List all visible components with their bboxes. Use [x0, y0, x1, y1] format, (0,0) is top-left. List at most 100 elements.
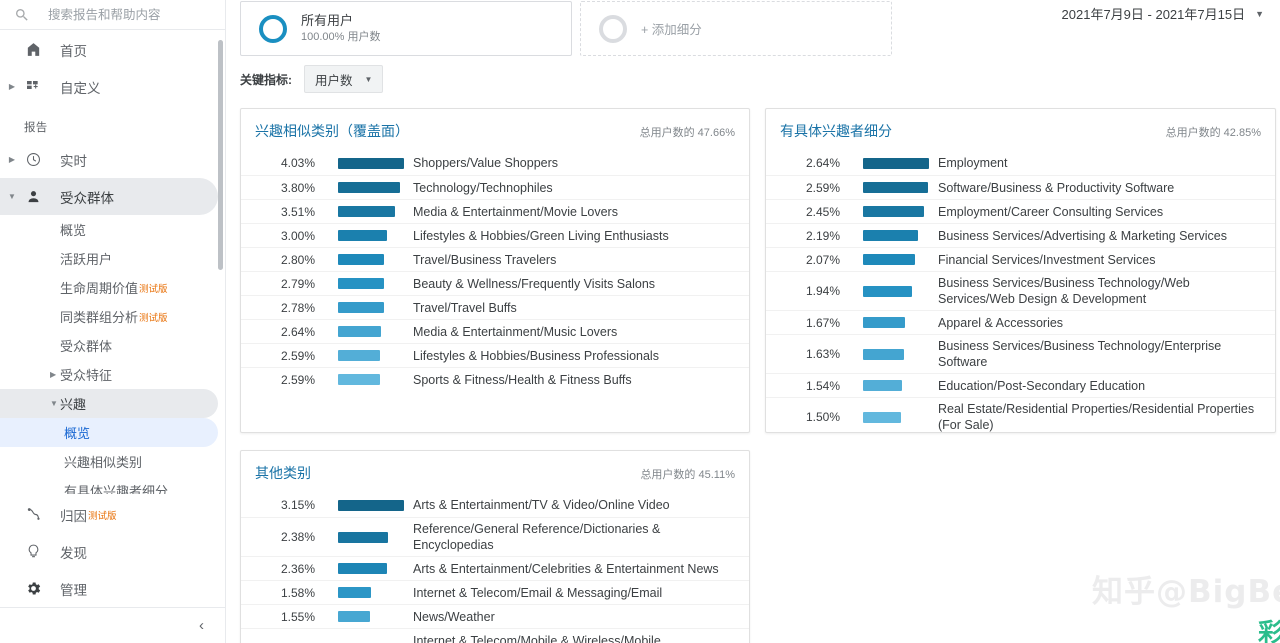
chevron-down-icon[interactable]: ▼: [1255, 9, 1264, 19]
search-input[interactable]: [46, 6, 206, 23]
table-row[interactable]: 2.64% Employment: [766, 151, 1275, 175]
table-row[interactable]: 1.58% Internet & Telecom/Email & Messagin…: [241, 580, 749, 604]
table-row[interactable]: 2.79% Beauty & Wellness/Frequently Visits…: [241, 271, 749, 295]
table-row[interactable]: 2.19% Business Services/Advertising & Mar…: [766, 223, 1275, 247]
row-bar: [863, 157, 929, 169]
date-range-picker[interactable]: 2021年7月9日 - 2021年7月15日 ▼: [1062, 4, 1264, 23]
row-label: Internet & Telecom/Mobile & Wireless/Mob…: [413, 633, 661, 643]
row-bar-container: [315, 350, 413, 361]
table-row[interactable]: 2.78% Travel/Travel Buffs: [241, 295, 749, 319]
sidebar-item-customization[interactable]: ▶ 自定义: [0, 68, 226, 105]
card-header: 兴趣相似类别（覆盖面） 总用户数的 47.66%: [241, 109, 749, 141]
row-label: Arts & Entertainment/TV & Video/Online V…: [413, 498, 670, 512]
table-row[interactable]: 2.59% Lifestyles & Hobbies/Business Profe…: [241, 343, 749, 367]
table-row[interactable]: 2.64% Media & Entertainment/Music Lovers: [241, 319, 749, 343]
row-percent: 4.03%: [280, 156, 315, 170]
sidebar-scrollbar[interactable]: [218, 40, 223, 270]
sidebar-item-admin[interactable]: 管理: [0, 570, 226, 607]
beta-badge: 测试版: [88, 510, 117, 522]
row-bar: [338, 326, 382, 337]
chevron-left-icon[interactable]: ‹: [199, 617, 204, 634]
chevron-down-icon[interactable]: ▼: [365, 75, 373, 84]
table-row[interactable]: 1.54% Education/Post-Secondary Education: [766, 373, 1275, 397]
row-bar-container: [315, 563, 413, 574]
chart-rows: 4.03% Shoppers/Value Shoppers 3.80% Technol…: [241, 151, 749, 391]
row-label: Sports & Fitness/Health & Fitness Buffs: [413, 372, 632, 387]
sidebar-item-audience-overview[interactable]: 概览: [0, 215, 226, 244]
table-row[interactable]: 1.50% Real Estate/Residential Properties/…: [766, 397, 1275, 436]
table-row[interactable]: 2.80% Travel/Business Travelers: [241, 247, 749, 271]
card-subtitle: 总用户数的 45.11%: [640, 469, 735, 481]
row-bar: [863, 254, 915, 265]
sidebar-item-interests[interactable]: ▼ 兴趣: [0, 389, 218, 418]
sidebar-item-in-market-segments[interactable]: 有具体兴趣者细分: [0, 476, 226, 494]
row-label: Technology/Technophiles: [413, 180, 553, 195]
table-row[interactable]: 2.07% Financial Services/Investment Servi…: [766, 247, 1275, 271]
sidebar-item-realtime[interactable]: ▶ 实时: [0, 141, 226, 178]
chevron-down-icon[interactable]: ▼: [50, 399, 58, 408]
table-row[interactable]: 4.03% Shoppers/Value Shoppers: [241, 151, 749, 175]
row-bar-container: [840, 157, 938, 169]
sidebar-subitem-label: 概览: [64, 426, 91, 441]
key-metric-select[interactable]: 用户数 ▼: [304, 65, 384, 93]
row-label: Software/Business & Productivity Softwar…: [938, 180, 1175, 195]
add-segment-button[interactable]: + 添加细分: [580, 1, 892, 56]
segment-ring-placeholder-icon: [599, 14, 627, 43]
person-icon: [22, 186, 44, 208]
table-row[interactable]: 3.00% Lifestyles & Hobbies/Green Living E…: [241, 223, 749, 247]
row-percent: 1.67%: [805, 315, 840, 330]
row-bar-container: [315, 635, 413, 643]
sidebar-item-audiences[interactable]: 受众群体: [0, 331, 226, 360]
sidebar-item-label: 发现: [60, 545, 87, 561]
table-row[interactable]: 2.36% Arts & Entertainment/Celebrities & …: [241, 556, 749, 580]
chevron-right-icon[interactable]: ▶: [50, 370, 56, 379]
sidebar-item-audience[interactable]: ▼ 受众群体: [0, 178, 218, 215]
row-bar-container: [315, 230, 413, 241]
row-label: Media & Entertainment/Music Lovers: [413, 324, 618, 339]
row-percent: 2.36%: [280, 561, 315, 576]
table-row[interactable]: Internet & Telecom/Mobile & Wireless/Mob…: [241, 628, 749, 643]
sidebar-item-attribution[interactable]: 归因 测试版: [0, 496, 226, 533]
row-label: Internet & Telecom/Email & Messaging/Ema…: [413, 585, 663, 600]
row-bar: [338, 531, 388, 543]
sidebar-item-label: 首页: [60, 43, 87, 59]
row-bar-container: [840, 182, 938, 193]
row-bar: [338, 374, 381, 385]
sidebar-item-label: 管理: [60, 582, 87, 598]
sidebar-item-cohort-analysis[interactable]: 同类群组分析 测试版: [0, 302, 226, 331]
table-row[interactable]: 2.38% Reference/General Reference/Diction…: [241, 517, 749, 556]
chart-rows: 2.64% Employment 2.59% Software/Business & …: [766, 151, 1275, 436]
table-row[interactable]: 2.45% Employment/Career Consulting Servic…: [766, 199, 1275, 223]
sidebar-item-label: 归因: [60, 508, 87, 524]
row-percent: 2.59%: [805, 180, 840, 195]
table-row[interactable]: 1.67% Apparel & Accessories: [766, 310, 1275, 334]
row-label: Business Services/Business Technology/En…: [938, 339, 1222, 369]
segment-all-users[interactable]: 所有用户 100.00% 用户数: [240, 1, 572, 56]
row-bar-container: [315, 254, 413, 265]
chevron-right-icon[interactable]: ▶: [2, 155, 22, 164]
table-row[interactable]: 3.15% Arts & Entertainment/TV & Video/Onl…: [241, 493, 749, 517]
chevron-down-icon[interactable]: ▼: [2, 192, 22, 201]
row-percent: 2.59%: [280, 372, 315, 387]
sidebar-item-affinity-categories[interactable]: 兴趣相似类别: [0, 447, 226, 476]
sidebar-item-lifetime-value[interactable]: 生命周期价值 测试版: [0, 273, 226, 302]
table-row[interactable]: 3.51% Media & Entertainment/Movie Lovers: [241, 199, 749, 223]
sidebar-item-interests-overview[interactable]: 概览: [0, 418, 218, 447]
table-row[interactable]: 2.59% Sports & Fitness/Health & Fitness B…: [241, 367, 749, 391]
table-row[interactable]: 1.63% Business Services/Business Technolo…: [766, 334, 1275, 373]
row-percent: 3.15%: [280, 498, 315, 512]
table-row[interactable]: 3.80% Technology/Technophiles: [241, 175, 749, 199]
table-row[interactable]: 1.94% Business Services/Business Technolo…: [766, 271, 1275, 310]
chevron-right-icon[interactable]: ▶: [2, 82, 22, 91]
sidebar-item-home[interactable]: 首页: [0, 31, 226, 68]
row-percent: 2.64%: [280, 324, 315, 339]
table-row[interactable]: 2.59% Software/Business & Productivity So…: [766, 175, 1275, 199]
row-label: Employment/Career Consulting Services: [938, 204, 1164, 219]
sidebar-item-active-users[interactable]: 活跃用户: [0, 244, 226, 273]
table-row[interactable]: 1.55% News/Weather: [241, 604, 749, 628]
row-percent: 1.58%: [280, 585, 315, 600]
sidebar-subitem-label: 有具体兴趣者细分: [64, 484, 169, 494]
sidebar-item-discover[interactable]: 发现: [0, 533, 226, 570]
sidebar-item-demographics[interactable]: ▶ 受众特征: [0, 360, 226, 389]
row-label: Lifestyles & Hobbies/Green Living Enthus…: [413, 228, 669, 243]
